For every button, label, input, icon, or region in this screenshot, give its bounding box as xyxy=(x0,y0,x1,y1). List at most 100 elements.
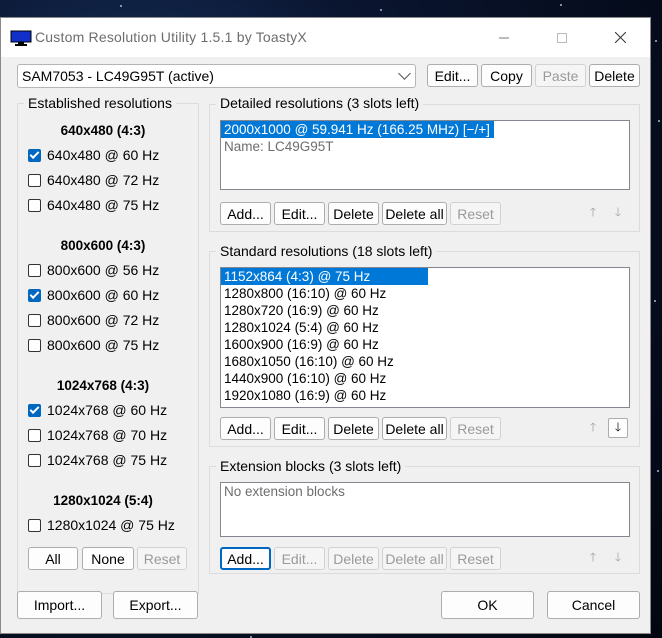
arrow-up-icon[interactable]: 🡑 xyxy=(583,418,603,438)
detailed-label: Detailed resolutions (3 slots left) xyxy=(216,95,424,111)
title-bar[interactable]: Custom Resolution Utility 1.5.1 by Toast… xyxy=(1,18,650,57)
list-item[interactable]: 1152x864 (4:3) @ 75 Hz xyxy=(221,268,428,285)
extension-label: Extension blocks (3 slots left) xyxy=(216,458,406,474)
checkbox-640x480-75[interactable]: 640x480 @ 75 Hz xyxy=(28,196,159,214)
monitor-copy-button[interactable]: Copy xyxy=(481,64,532,87)
established-reset-button[interactable]: Reset xyxy=(137,547,187,570)
checkbox-checked[interactable] xyxy=(28,403,41,417)
checkbox-unchecked[interactable] xyxy=(28,313,41,327)
checkbox-1024x768-70[interactable]: 1024x768 @ 70 Hz xyxy=(28,426,167,444)
standard-edit-button[interactable]: Edit... xyxy=(274,417,325,440)
close-button[interactable] xyxy=(597,18,643,57)
standard-listbox[interactable]: 1152x864 (4:3) @ 75 Hz 1280x800 (16:10) … xyxy=(220,267,630,408)
close-icon xyxy=(614,32,626,43)
list-item[interactable]: 1280x800 (16:10) @ 60 Hz xyxy=(221,285,629,302)
import-button[interactable]: Import... xyxy=(17,591,102,619)
cancel-button[interactable]: Cancel xyxy=(547,591,640,619)
window-title: Custom Resolution Utility 1.5.1 by Toast… xyxy=(35,29,307,45)
monitor-icon xyxy=(10,30,32,46)
main-window: Custom Resolution Utility 1.5.1 by Toast… xyxy=(0,17,651,634)
res-heading-1024: 1024x768 (4:3) xyxy=(56,378,150,393)
list-item[interactable]: 1920x1080 (16:9) @ 60 Hz xyxy=(221,387,629,404)
all-button[interactable]: All xyxy=(28,547,78,570)
detailed-reset-button[interactable]: Reset xyxy=(450,202,501,225)
list-item[interactable]: 1440x900 (16:10) @ 60 Hz xyxy=(221,370,629,387)
checkbox-800x600-72[interactable]: 800x600 @ 72 Hz xyxy=(28,311,159,329)
standard-reset-button[interactable]: Reset xyxy=(450,417,501,440)
minimize-icon xyxy=(499,37,509,38)
standard-delete-button[interactable]: Delete xyxy=(328,417,379,440)
checkbox-unchecked[interactable] xyxy=(28,453,41,467)
checkbox-1024x768-60[interactable]: 1024x768 @ 60 Hz xyxy=(28,401,167,419)
checkbox-640x480-60[interactable]: 640x480 @ 60 Hz xyxy=(28,146,159,164)
checkbox-unchecked[interactable] xyxy=(28,518,41,532)
checkbox-label: 640x480 @ 60 Hz xyxy=(47,147,160,163)
extension-reset-button[interactable]: Reset xyxy=(450,547,501,570)
arrow-down-icon[interactable]: 🡓 xyxy=(608,418,628,438)
checkbox-unchecked[interactable] xyxy=(28,173,41,187)
checkbox-640x480-72[interactable]: 640x480 @ 72 Hz xyxy=(28,171,159,189)
standard-delete-all-button[interactable]: Delete all xyxy=(382,417,447,440)
checkbox-1024x768-75[interactable]: 1024x768 @ 75 Hz xyxy=(28,451,167,469)
arrow-up-icon[interactable]: 🡑 xyxy=(583,548,603,568)
established-label: Established resolutions xyxy=(24,95,176,111)
arrow-down-icon[interactable]: 🡓 xyxy=(608,548,628,568)
checkbox-label: 800x600 @ 56 Hz xyxy=(47,262,160,278)
checkbox-unchecked[interactable] xyxy=(28,263,41,277)
checkbox-unchecked[interactable] xyxy=(28,198,41,212)
checkbox-checked[interactable] xyxy=(28,148,41,162)
checkbox-label: 1280x1024 @ 75 Hz xyxy=(47,517,175,533)
checkbox-800x600-60[interactable]: 800x600 @ 60 Hz xyxy=(28,286,159,304)
extension-listbox[interactable]: No extension blocks xyxy=(220,482,630,537)
list-item[interactable]: 1280x720 (16:9) @ 60 Hz xyxy=(221,302,629,319)
maximize-button[interactable] xyxy=(539,18,585,57)
monitor-delete-button[interactable]: Delete xyxy=(589,64,640,87)
chevron-down-icon xyxy=(398,67,411,80)
arrow-down-icon[interactable]: 🡓 xyxy=(608,203,628,223)
standard-label: Standard resolutions (18 slots left) xyxy=(216,243,437,259)
list-item[interactable]: 1600x900 (16:9) @ 60 Hz xyxy=(221,336,629,353)
checkbox-unchecked[interactable] xyxy=(28,428,41,442)
standard-add-button[interactable]: Add... xyxy=(220,417,271,440)
list-item: No extension blocks xyxy=(224,484,345,499)
detailed-listbox[interactable]: 2000x1000 @ 59.941 Hz (166.25 MHz) [−/+]… xyxy=(220,120,630,190)
checkbox-800x600-75[interactable]: 800x600 @ 75 Hz xyxy=(28,336,159,354)
export-button[interactable]: Export... xyxy=(113,591,198,619)
none-button[interactable]: None xyxy=(82,547,134,570)
ok-button[interactable]: OK xyxy=(441,591,534,619)
res-heading-640: 640x480 (4:3) xyxy=(60,123,146,138)
monitor-select[interactable]: SAM7053 - LC49G95T (active) xyxy=(17,64,416,88)
list-item[interactable]: 1280x1024 (5:4) @ 60 Hz xyxy=(221,319,629,336)
checkbox-label: 1024x768 @ 70 Hz xyxy=(47,427,168,443)
list-item[interactable]: Name: LC49G95T xyxy=(221,138,629,155)
res-heading-800: 800x600 (4:3) xyxy=(60,238,146,253)
detailed-add-button[interactable]: Add... xyxy=(220,202,271,225)
checkbox-unchecked[interactable] xyxy=(28,338,41,352)
detailed-delete-button[interactable]: Delete xyxy=(328,202,379,225)
monitor-select-value: SAM7053 - LC49G95T (active) xyxy=(22,68,214,84)
checkbox-label: 800x600 @ 60 Hz xyxy=(47,287,160,303)
detailed-delete-all-button[interactable]: Delete all xyxy=(382,202,447,225)
res-heading-1280: 1280x1024 (5:4) xyxy=(53,493,153,508)
checkbox-label: 800x600 @ 75 Hz xyxy=(47,337,160,353)
extension-delete-all-button[interactable]: Delete all xyxy=(382,547,447,570)
extension-delete-button[interactable]: Delete xyxy=(328,547,379,570)
checkbox-label: 1024x768 @ 60 Hz xyxy=(47,402,168,418)
checkbox-checked[interactable] xyxy=(28,288,41,302)
checkbox-label: 800x600 @ 72 Hz xyxy=(47,312,160,328)
checkbox-label: 640x480 @ 72 Hz xyxy=(47,172,160,188)
monitor-paste-button[interactable]: Paste xyxy=(535,64,586,87)
extension-add-button[interactable]: Add... xyxy=(220,547,271,570)
checkbox-1280x1024-75[interactable]: 1280x1024 @ 75 Hz xyxy=(28,516,175,534)
checkbox-800x600-56[interactable]: 800x600 @ 56 Hz xyxy=(28,261,159,279)
arrow-up-icon[interactable]: 🡑 xyxy=(583,203,603,223)
minimize-button[interactable] xyxy=(481,18,527,57)
list-item[interactable]: 2000x1000 @ 59.941 Hz (166.25 MHz) [−/+] xyxy=(221,121,494,138)
list-item[interactable]: 1680x1050 (16:10) @ 60 Hz xyxy=(221,353,629,370)
monitor-edit-button[interactable]: Edit... xyxy=(427,64,478,87)
checkbox-label: 1024x768 @ 75 Hz xyxy=(47,452,168,468)
maximize-icon xyxy=(557,32,567,43)
detailed-edit-button[interactable]: Edit... xyxy=(274,202,325,225)
checkbox-label: 640x480 @ 75 Hz xyxy=(47,197,160,213)
extension-edit-button[interactable]: Edit... xyxy=(274,547,325,570)
